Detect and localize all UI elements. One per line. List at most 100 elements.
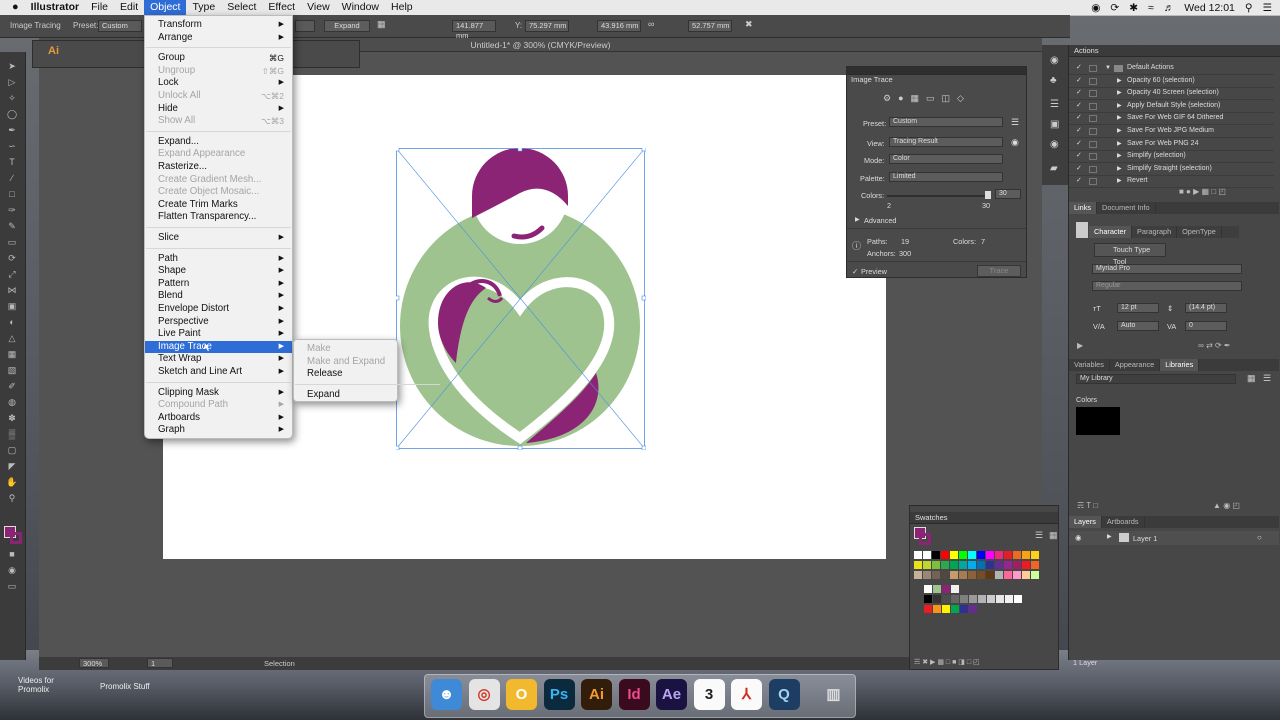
advanced-label[interactable]: Advanced — [864, 216, 896, 225]
color-swatch[interactable] — [942, 595, 950, 603]
tracking-field[interactable]: 0 — [1185, 321, 1227, 331]
zoom-field[interactable]: 300% — [79, 658, 109, 668]
volume-icon[interactable]: ♬ — [1164, 2, 1175, 14]
color-swatch[interactable] — [941, 561, 949, 569]
chrome-icon[interactable]: ◎ — [468, 679, 500, 710]
clock[interactable]: Wed 12:01 — [1184, 2, 1235, 14]
menu-item-arrange[interactable]: Arrange ▶ — [145, 32, 292, 45]
image-trace-panel-icon[interactable]: ▰ — [1050, 163, 1058, 174]
pencil-tool-icon[interactable]: ✎ — [5, 220, 19, 232]
color-swatch[interactable] — [960, 605, 968, 613]
menu-item-create-object-mosaic[interactable]: Create Object Mosaic... — [145, 186, 292, 199]
notification-center-icon[interactable]: ☰ — [1263, 2, 1272, 14]
menu-item-unlock-all[interactable]: Unlock All ⌥⌘2 — [145, 90, 292, 103]
app-menu[interactable]: Illustrator — [25, 0, 85, 15]
symbol-sprayer-tool-icon[interactable]: ✽ — [5, 412, 19, 424]
menu-item-text-wrap[interactable]: Text Wrap ▶ — [145, 353, 292, 366]
constrain-link-icon[interactable]: ∞ — [648, 19, 654, 29]
color-swatch[interactable] — [968, 551, 976, 559]
trace-button[interactable]: Trace — [977, 265, 1021, 277]
draw-mode-icon[interactable]: ◉ — [5, 564, 19, 576]
acrobat-icon[interactable]: ⅄ — [731, 679, 762, 710]
direct-selection-tool-icon[interactable]: ▷ — [5, 76, 19, 88]
action-item[interactable]: ✓ ▶ Opacity 40 Screen (selection) — [1069, 87, 1274, 100]
swatch-stroke-indicator[interactable] — [919, 533, 931, 545]
action-item[interactable]: ✓ ▶ Save For Web JPG Medium — [1069, 125, 1274, 138]
menu-item-slice[interactable]: Slice ▶ — [145, 232, 292, 245]
color-swatch[interactable] — [942, 605, 950, 613]
library-color-swatch[interactable] — [1076, 407, 1120, 435]
color-guide-icon[interactable]: ◉ — [1050, 55, 1059, 66]
magic-wand-tool-icon[interactable]: ✧ — [5, 92, 19, 104]
color-swatch[interactable] — [950, 561, 958, 569]
color-swatch[interactable] — [968, 561, 976, 569]
finder-icon[interactable]: ☻ — [431, 679, 462, 710]
align-icon[interactable]: ☰ — [1050, 99, 1059, 110]
transparency-icon[interactable]: ▣ — [1050, 119, 1059, 130]
library-dropdown[interactable]: My Library — [1076, 374, 1236, 384]
menu-item-create-trim-marks[interactable]: Create Trim Marks — [145, 199, 292, 212]
menu-item-ungroup[interactable]: Ungroup ⇧⌘G — [145, 65, 292, 78]
trace-mode-dropdown[interactable]: Color — [889, 154, 1003, 164]
artboard-number-field[interactable]: 1 — [147, 658, 173, 668]
trace-preset-icons[interactable]: ⚙●▦▭◫◇ — [883, 93, 971, 104]
menu-item-envelope-distort[interactable]: Envelope Distort ▶ — [145, 303, 292, 316]
color-swatch[interactable] — [977, 571, 985, 579]
menu-file[interactable]: File — [85, 0, 114, 15]
menu-item-pattern[interactable]: Pattern ▶ — [145, 278, 292, 291]
color-swatch[interactable] — [978, 595, 986, 603]
menu-item-expand-appearance[interactable]: Expand Appearance — [145, 148, 292, 161]
submenu-item-make[interactable]: Make — [294, 343, 397, 356]
menu-object[interactable]: Object — [144, 0, 187, 15]
menu-item-blend[interactable]: Blend ▶ — [145, 290, 292, 303]
color-swatch[interactable] — [932, 551, 940, 559]
control-expand-button[interactable]: Expand — [324, 20, 370, 32]
color-swatch[interactable] — [914, 551, 922, 559]
menu-item-live-paint[interactable]: Live Paint ▶ — [145, 328, 292, 341]
eraser-tool-icon[interactable]: ▭ — [5, 236, 19, 248]
menu-item-perspective[interactable]: Perspective ▶ — [145, 316, 292, 329]
menu-item-create-gradient-mesh[interactable]: Create Gradient Mesh... — [145, 174, 292, 187]
grid-view-icon[interactable]: ▦ — [1247, 373, 1256, 384]
apple-menu-icon[interactable]: ● — [0, 0, 25, 15]
color-swatch[interactable] — [986, 571, 994, 579]
color-swatch[interactable] — [933, 595, 941, 603]
view-eye-icon[interactable]: ◉ — [1011, 137, 1019, 148]
color-swatch[interactable] — [914, 561, 922, 569]
color-swatch[interactable] — [942, 585, 950, 593]
link-thumbnail[interactable] — [1076, 222, 1088, 238]
color-swatch[interactable] — [995, 551, 1003, 559]
tab-document-info[interactable]: Document Info — [1097, 202, 1156, 214]
layer-expand-icon[interactable]: ▶ — [1107, 533, 1112, 540]
list-view-icon[interactable]: ☰ — [1263, 373, 1271, 384]
touch-type-tool-button[interactable]: Touch Type Tool — [1094, 243, 1166, 266]
color-swatch[interactable] — [924, 605, 932, 613]
scale-tool-icon[interactable]: ⤢ — [5, 268, 19, 280]
menu-item-image-trace[interactable]: Image Trace ▶ — [145, 340, 292, 354]
line-tool-icon[interactable]: ∕ — [5, 172, 19, 184]
tab-libraries[interactable]: Libraries — [1160, 359, 1200, 371]
swatches-toolbar-icons[interactable]: ☴ ✖ ▶ ▦ □ ■ ◨ □ ◰ — [914, 658, 1056, 668]
control-w-field[interactable]: 43.916 mm — [597, 20, 641, 32]
color-swatch[interactable] — [1004, 561, 1012, 569]
tab-artboards[interactable]: Artboards — [1102, 516, 1145, 528]
pen-tool-icon[interactable]: ✒ — [5, 124, 19, 136]
color-swatch[interactable] — [1022, 561, 1030, 569]
menu-item-group[interactable]: Group ⌘G — [145, 52, 292, 65]
zoom-tool-icon[interactable]: ⚲ — [5, 492, 19, 504]
action-item[interactable]: ✓ ▶ Apply Default Style (selection) — [1069, 100, 1274, 113]
colors-slider[interactable] — [887, 195, 991, 197]
width-tool-icon[interactable]: ⋈ — [5, 284, 19, 296]
illustrator-icon[interactable]: Ai — [581, 679, 612, 710]
color-swatch[interactable] — [959, 571, 967, 579]
colors-value-field[interactable]: 30 — [995, 189, 1021, 199]
menu-item-compound-path[interactable]: Compound Path ▶ — [145, 399, 292, 412]
color-swatch[interactable] — [1004, 571, 1012, 579]
color-swatch[interactable] — [1013, 561, 1021, 569]
color-swatch[interactable] — [986, 561, 994, 569]
curvature-tool-icon[interactable]: ∽ — [5, 140, 19, 152]
indesign-icon[interactable]: Id — [618, 679, 650, 710]
advanced-disclosure-icon[interactable]: ▶ — [855, 216, 860, 223]
menu-window[interactable]: Window — [336, 0, 385, 15]
color-swatch[interactable] — [1013, 571, 1021, 579]
